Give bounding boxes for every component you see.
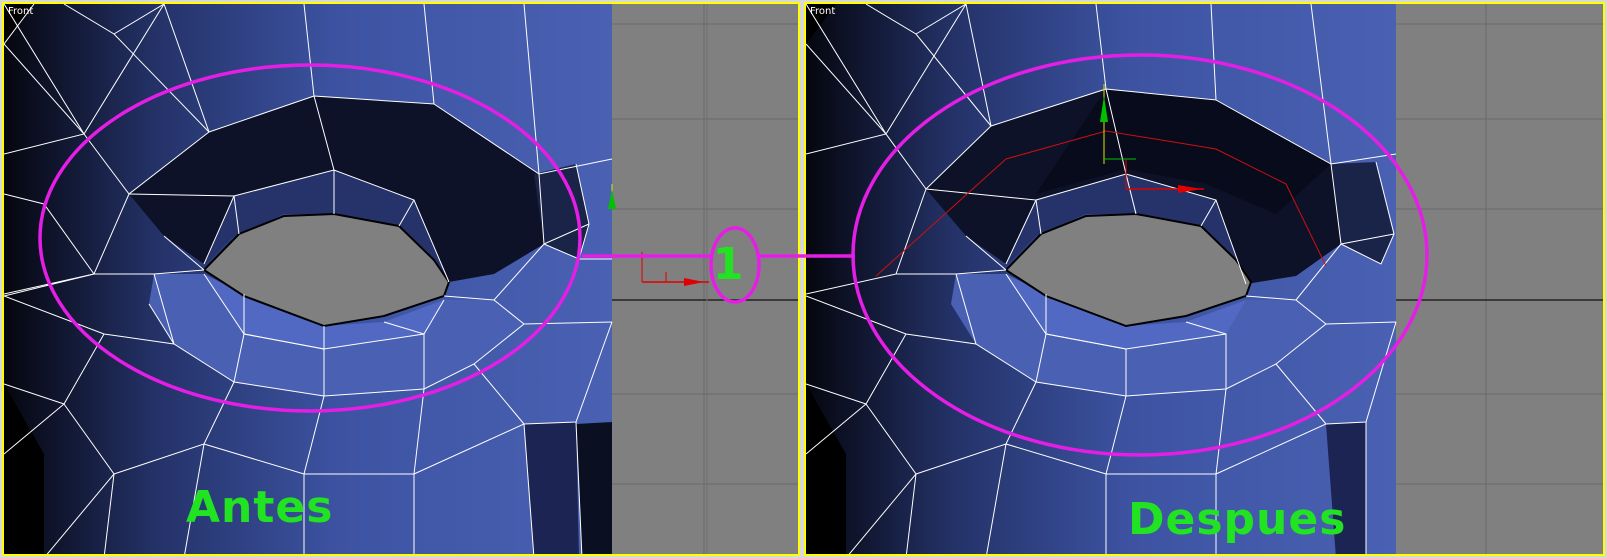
mesh-render-after xyxy=(806,4,1603,554)
caption-after: Despues xyxy=(1128,494,1347,545)
viewport-front-before[interactable]: Front xyxy=(2,2,800,556)
step-number-marker: 1 xyxy=(712,239,744,290)
viewport-front-after[interactable]: Front xyxy=(804,2,1605,556)
viewport-label[interactable]: Front xyxy=(8,6,33,17)
viewport-label[interactable]: Front xyxy=(810,6,835,17)
mesh-render-before xyxy=(4,4,798,554)
caption-before: Antes xyxy=(186,482,334,533)
